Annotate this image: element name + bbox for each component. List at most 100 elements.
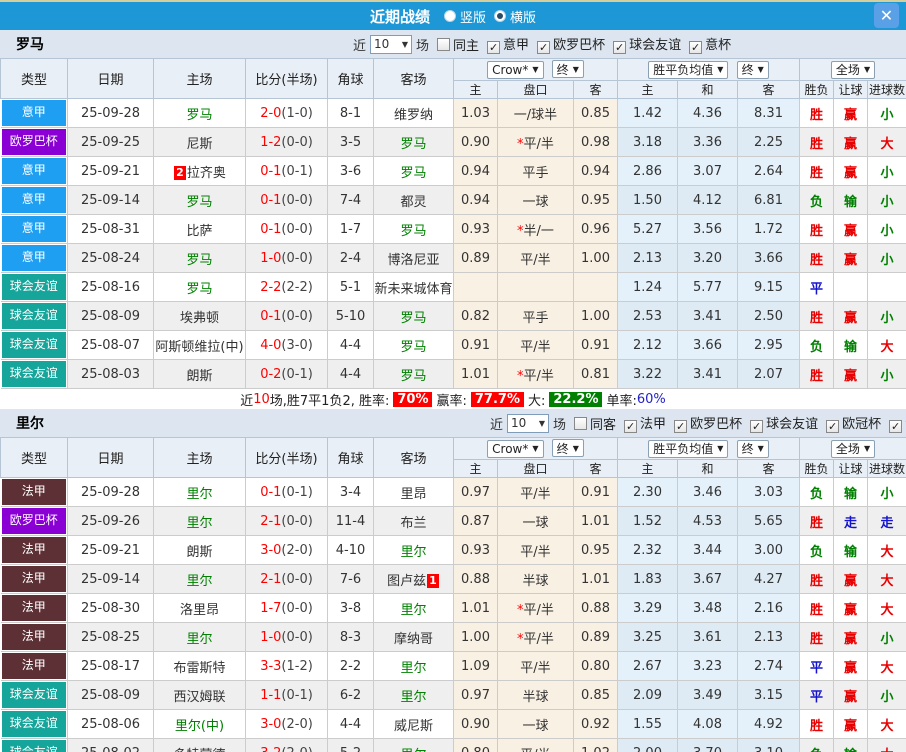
avg-home: 1.55 xyxy=(617,709,679,739)
away-team: 里尔 xyxy=(373,680,454,710)
home-team: 里尔 xyxy=(153,506,246,536)
avg-time-dropdown[interactable]: 终 ▼ xyxy=(736,439,769,458)
near-label: 近 xyxy=(353,38,367,54)
league-checkbox[interactable] xyxy=(613,41,627,54)
games-label: 场 xyxy=(416,38,430,54)
league-checkbox[interactable] xyxy=(674,420,688,433)
league-checkbox-label[interactable]: 球会友谊 xyxy=(766,417,818,432)
same-home-checkbox[interactable] xyxy=(437,37,451,51)
col-corner: 角球 xyxy=(327,58,374,99)
odds-time-dropdown[interactable]: 终 ▼ xyxy=(551,60,584,79)
same-away-label[interactable]: 同客 xyxy=(590,414,616,433)
handicap-result: 赢 xyxy=(833,564,869,594)
bookmaker-dropdown[interactable]: Crow* ▼ xyxy=(487,439,544,458)
league-badge: 法甲 xyxy=(1,537,66,563)
league-checkbox[interactable] xyxy=(889,420,903,433)
horizontal-layout-label[interactable]: 横版 xyxy=(510,7,536,26)
vertical-layout-radio[interactable] xyxy=(443,10,456,22)
odds-group: Crow* ▼ 终 ▼ xyxy=(452,437,619,460)
away-team-name: 威尼斯 xyxy=(393,718,433,734)
close-icon[interactable]: ✕ xyxy=(874,3,899,28)
table-row: 意甲 25-09-14 罗马 0-1(0-0) 7-4 都灵 0.94 一球 0.95 1.50 4… xyxy=(0,185,906,215)
avg-home: 1.50 xyxy=(617,185,679,215)
match-date: 25-08-25 xyxy=(67,622,154,652)
handicap-result xyxy=(833,272,869,302)
home-team-name: 里尔 xyxy=(186,486,213,502)
odds-away: 0.96 xyxy=(572,214,619,244)
avg-away: 3.00 xyxy=(737,535,801,565)
away-team-name: 布兰 xyxy=(400,515,427,531)
league-checkbox-label[interactable]: 欧罗巴杯 xyxy=(690,417,742,432)
home-team: 朗斯 xyxy=(153,535,246,565)
score: 2-0(1-0) xyxy=(245,98,328,128)
avg-draw: 3.66 xyxy=(677,330,739,360)
avg-home: 2.12 xyxy=(617,330,679,360)
league-checkbox-label[interactable]: 意甲 xyxy=(503,38,529,53)
league-checkbox-label[interactable]: 欧罗巴杯 xyxy=(553,38,605,53)
league-checkbox[interactable] xyxy=(487,41,501,54)
league-checkbox[interactable] xyxy=(826,420,840,433)
score: 1-1(0-1) xyxy=(245,680,328,710)
same-home-label[interactable]: 同主 xyxy=(453,35,479,54)
odds-handicap: 平/半 xyxy=(497,243,574,273)
stats-count: 10 xyxy=(253,391,270,407)
page-title: 近期战绩 xyxy=(369,7,430,26)
avg-draw: 3.48 xyxy=(677,593,739,623)
avg-away: 2.13 xyxy=(737,622,801,652)
home-team-name: 布雷斯特 xyxy=(173,660,226,676)
league-checkbox[interactable] xyxy=(624,420,638,433)
away-team: 罗马 xyxy=(373,330,454,360)
avg-home: 2.30 xyxy=(617,477,679,507)
goals-result: 小 xyxy=(867,185,906,215)
match-count-select[interactable]: 10 ▼ xyxy=(507,413,550,433)
league-checkbox-label[interactable]: 法甲 xyxy=(640,417,666,432)
same-away-checkbox[interactable] xyxy=(574,416,588,430)
scope-dropdown[interactable]: 全场 ▼ xyxy=(830,60,876,79)
league-checkbox[interactable] xyxy=(750,420,764,433)
odds-handicap: 半球 xyxy=(497,564,574,594)
score: 4-0(3-0) xyxy=(245,330,328,360)
odds-home: 1.01 xyxy=(453,593,498,623)
avg-draw: 3.67 xyxy=(677,564,739,594)
odds-home: 1.09 xyxy=(453,651,498,681)
wdl-average-dropdown[interactable]: 胜平负均值 ▼ xyxy=(648,60,729,79)
avg-draw: 3.56 xyxy=(677,214,739,244)
scope-dropdown[interactable]: 全场 ▼ xyxy=(830,439,876,458)
table-row: 球会友谊 25-08-09 埃弗顿 0-1(0-0) 5-10 罗马 0.82 平手 1.00 2… xyxy=(0,301,906,331)
avg-home: 1.83 xyxy=(617,564,679,594)
avg-draw: 5.77 xyxy=(677,272,739,302)
league-checkbox-label[interactable]: 意杯 xyxy=(705,38,731,53)
table-row: 法甲 25-08-25 里尔 1-0(0-0) 8-3 摩纳哥 1.00 *平/半 0.89 3.… xyxy=(0,622,906,652)
avg-time-dropdown[interactable]: 终 ▼ xyxy=(736,60,769,79)
league-checkbox-label[interactable]: 球会友谊 xyxy=(629,38,681,53)
away-team: 罗马 xyxy=(373,359,454,389)
league-checkbox-label[interactable]: 欧冠杯 xyxy=(842,417,881,432)
corner-count: 5-2 xyxy=(327,738,374,752)
scope-group: 全场 ▼ xyxy=(799,58,906,81)
avg-home: 2.32 xyxy=(617,535,679,565)
col-odds-home: 主 xyxy=(453,80,498,99)
col-handicap: 盘口 xyxy=(497,80,574,99)
vertical-layout-label[interactable]: 竖版 xyxy=(460,7,486,26)
match-date: 25-09-21 xyxy=(67,535,154,565)
home-team-name: 阿斯顿维拉(中) xyxy=(155,339,244,355)
odds-handicap: *平/半 xyxy=(497,127,574,157)
odds-away: 0.95 xyxy=(572,185,619,215)
wdl-average-dropdown[interactable]: 胜平负均值 ▼ xyxy=(648,439,729,458)
bookmaker-dropdown[interactable]: Crow* ▼ xyxy=(487,60,544,79)
league-checkbox[interactable] xyxy=(689,41,703,54)
odds-home: 0.80 xyxy=(453,738,498,752)
avg-home: 3.22 xyxy=(617,359,679,389)
avg-draw: 3.23 xyxy=(677,651,739,681)
league-checkbox[interactable] xyxy=(537,41,551,54)
odds-handicap: 平/半 xyxy=(497,651,574,681)
odds-time-dropdown[interactable]: 终 ▼ xyxy=(551,439,584,458)
home-team-name: 里尔 xyxy=(186,573,213,589)
home-team-name: 罗马 xyxy=(186,281,213,297)
match-count-select[interactable]: 10 ▼ xyxy=(370,34,413,54)
away-team-name: 都灵 xyxy=(400,194,427,210)
away-team: 威尼斯 xyxy=(373,709,454,739)
horizontal-layout-radio[interactable] xyxy=(494,10,506,22)
avg-draw: 3.49 xyxy=(677,680,739,710)
table-row: 欧罗巴杯 25-09-26 里尔 2-1(0-0) 11-4 布兰 0.87 一球 1.01 1.… xyxy=(0,506,906,536)
